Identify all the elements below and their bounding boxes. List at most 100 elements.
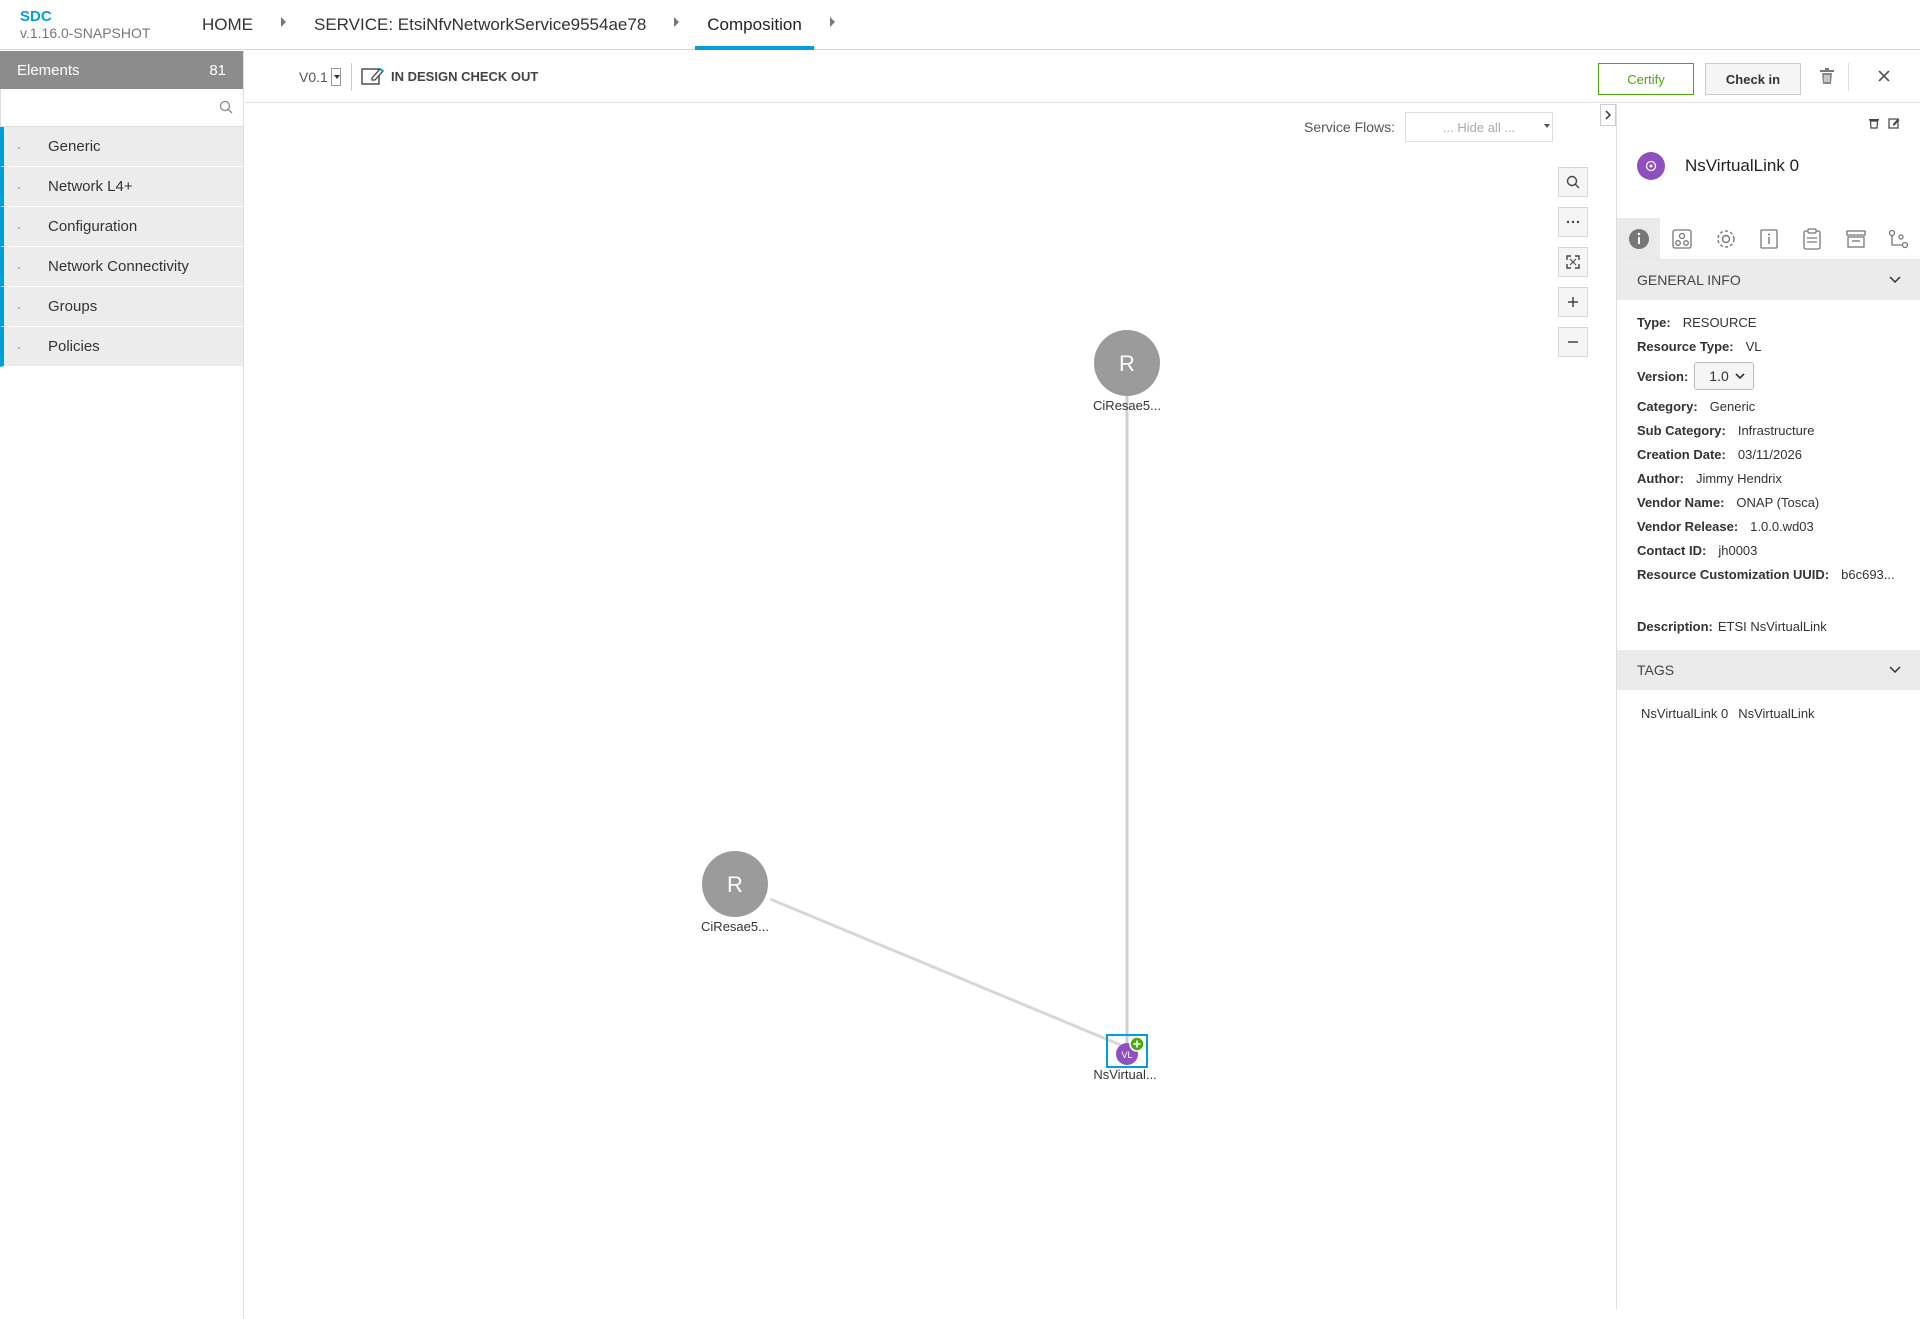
- delete-icon[interactable]: [1868, 116, 1880, 134]
- chevron-down-icon[interactable]: [330, 68, 341, 86]
- breadcrumb-arrow-icon[interactable]: [674, 17, 680, 27]
- field-value: Jimmy Hendrix: [1695, 470, 1782, 486]
- more-options-button[interactable]: [1558, 207, 1588, 237]
- tab-information-artifacts[interactable]: [1747, 218, 1790, 259]
- edit-icon[interactable]: [1888, 116, 1900, 134]
- lifecycle-status: IN DESIGN CHECK OUT: [361, 66, 538, 86]
- resource-node-letter: R: [727, 872, 743, 897]
- hierarchy-icon: [1672, 228, 1692, 249]
- field-value: RESOURCE: [1682, 314, 1757, 330]
- top-bar: SDC v.1.16.0-SNAPSHOT HOME SERVICE: Etsi…: [0, 0, 1920, 50]
- field-value: Generic: [1709, 398, 1756, 414]
- app-version: v.1.16.0-SNAPSHOT: [20, 25, 151, 41]
- field-value: VL: [1745, 338, 1762, 354]
- info-row-vendor-release: Vendor Release: 1.0.0.wd03: [1637, 514, 1917, 538]
- breadcrumb: HOME SERVICE: EtsiNfvNetworkService9554a…: [190, 0, 851, 50]
- tags-header[interactable]: TAGS: [1617, 650, 1920, 690]
- service-flows: Service Flows: ... Hide all ...: [1304, 112, 1554, 142]
- field-key: Description:: [1637, 618, 1713, 634]
- info-box-icon: [1760, 228, 1778, 249]
- info-row-category: Category: Generic: [1637, 394, 1917, 418]
- palette-group-network-l4[interactable]: - Network L4+: [0, 167, 243, 207]
- info-row-type: Type: RESOURCE: [1637, 310, 1917, 334]
- minus-icon: [1568, 341, 1578, 343]
- field-key: Type:: [1637, 314, 1671, 330]
- field-key: Creation Date:: [1637, 446, 1726, 462]
- palette-search: [0, 89, 243, 127]
- brand[interactable]: SDC v.1.16.0-SNAPSHOT: [20, 9, 151, 42]
- tab-deployment[interactable]: [1660, 218, 1703, 259]
- panel-actions: [1868, 116, 1900, 134]
- edit-checkout-icon: [361, 68, 384, 85]
- palette-group-label: Policies: [48, 338, 100, 355]
- expand-icon: [1566, 255, 1580, 269]
- details-panel: NsVirtualLink 0 GENERAL INFO Type: RESOUR…: [1616, 104, 1920, 1309]
- palette-group-groups[interactable]: - Groups: [0, 287, 243, 327]
- palette-title: Elements: [17, 61, 80, 79]
- node-label: NsVirtual...: [1093, 1067, 1157, 1082]
- tab-relations[interactable]: [1878, 218, 1920, 259]
- breadcrumb-service[interactable]: SERVICE: EtsiNfvNetworkService9554ae78: [302, 0, 658, 50]
- vl-avatar: [1637, 152, 1665, 180]
- trash-icon[interactable]: [1819, 67, 1835, 90]
- panel-tabs: [1617, 218, 1920, 260]
- search-icon: [1566, 175, 1580, 189]
- breadcrumb-composition[interactable]: Composition: [695, 0, 814, 50]
- palette-group-configuration[interactable]: - Configuration: [0, 207, 243, 247]
- palette-group-generic[interactable]: - Generic: [0, 127, 243, 167]
- version-dropdown[interactable]: 1.0: [1694, 362, 1754, 390]
- workspace-header: V0.1 IN DESIGN CHECK OUT Certify Check i…: [245, 51, 1920, 103]
- field-key: Vendor Name:: [1637, 494, 1725, 510]
- node-label: CiResae5...: [701, 919, 769, 934]
- archive-icon: [1846, 229, 1866, 248]
- info-row-sub-category: Sub Category: Infrastructure: [1637, 418, 1917, 442]
- chevron-down-icon: [1544, 124, 1551, 128]
- service-flows-select[interactable]: ... Hide all ...: [1405, 112, 1554, 142]
- chevron-down-icon: [1889, 276, 1901, 284]
- collapse-panel-button[interactable]: [1600, 104, 1616, 126]
- tab-properties[interactable]: [1704, 218, 1747, 259]
- palette-search-input[interactable]: [1, 89, 243, 126]
- palette-group-policies[interactable]: - Policies: [0, 327, 243, 367]
- tab-requirements[interactable]: [1791, 218, 1834, 259]
- tab-api[interactable]: [1834, 218, 1877, 259]
- check-in-button[interactable]: Check in: [1705, 63, 1801, 95]
- resource-node[interactable]: R: [702, 851, 768, 917]
- composition-canvas[interactable]: R R VL CiResae5... CiResae5... NsVirtual…: [245, 104, 1616, 1309]
- breadcrumb-home[interactable]: HOME: [190, 0, 265, 50]
- vl-node-letter: VL: [1121, 1050, 1132, 1060]
- ellipsis-icon: [1566, 220, 1580, 224]
- search-canvas-button[interactable]: [1558, 167, 1588, 197]
- zoom-in-button[interactable]: [1558, 287, 1588, 317]
- divider: [1848, 63, 1849, 91]
- field-key: Vendor Release:: [1637, 518, 1739, 534]
- panel-title: NsVirtualLink 0: [1637, 152, 1799, 180]
- palette-header: Elements 81: [0, 51, 243, 89]
- info-icon: [1628, 228, 1649, 249]
- info-row-version: Version: 1.0: [1637, 358, 1917, 394]
- lifecycle-status-text: IN DESIGN CHECK OUT: [391, 68, 539, 84]
- palette-count: 81: [209, 61, 226, 79]
- info-row-author: Author: Jimmy Hendrix: [1637, 466, 1917, 490]
- palette-group-label: Configuration: [48, 218, 138, 235]
- breadcrumb-arrow-icon[interactable]: [281, 17, 286, 27]
- zoom-out-button[interactable]: [1558, 327, 1588, 357]
- palette-group-network-connectivity[interactable]: - Network Connectivity: [0, 247, 243, 287]
- breadcrumb-arrow-icon[interactable]: [829, 17, 835, 27]
- virtual-link-icon: [1645, 160, 1657, 172]
- info-row-resource-type: Resource Type: VL: [1637, 334, 1917, 358]
- chevron-right-icon: [1605, 110, 1612, 120]
- general-info-header[interactable]: GENERAL INFO: [1617, 260, 1920, 300]
- service-flows-label: Service Flows:: [1304, 119, 1396, 135]
- version-select[interactable]: V0.1: [299, 68, 341, 86]
- close-icon[interactable]: [1877, 69, 1891, 88]
- gear-icon: [1716, 229, 1735, 248]
- resource-node[interactable]: R: [1094, 330, 1160, 396]
- fit-to-screen-button[interactable]: [1558, 247, 1588, 277]
- tab-general-info[interactable]: [1617, 218, 1661, 259]
- certify-button[interactable]: Certify: [1598, 63, 1694, 95]
- plus-icon: [1568, 297, 1578, 307]
- clipboard-icon: [1803, 227, 1822, 250]
- info-row-vendor-name: Vendor Name: ONAP (Tosca): [1637, 490, 1917, 514]
- search-icon[interactable]: [219, 100, 233, 119]
